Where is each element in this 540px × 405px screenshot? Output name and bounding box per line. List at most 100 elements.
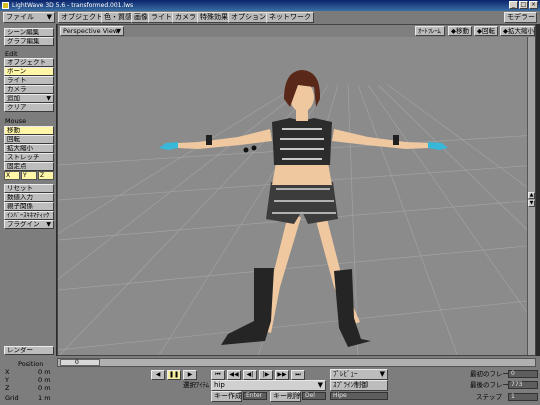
- delete-key-button[interactable]: キー削除: [270, 391, 301, 402]
- tab-camera[interactable]: カメラ: [172, 12, 199, 23]
- last-frame-field[interactable]: 773: [508, 381, 538, 389]
- close-button[interactable]: ×: [529, 1, 538, 9]
- plugins-menu-button[interactable]: プラグイン ▼: [4, 220, 54, 229]
- scroll-down-button[interactable]: ▼: [528, 200, 535, 207]
- left-panel: シーン編集 グラフ編集 Edit オブジェクト ボーン ライト カメラ 追加 ▼ …: [0, 24, 56, 405]
- edit-bones-button[interactable]: ボーン: [4, 67, 54, 76]
- chevron-down-icon: ▼: [46, 95, 51, 102]
- play-forward-button[interactable]: ▶: [183, 370, 197, 380]
- title-bar: LightWave 3D 5.6 - transformed.001.lws _…: [0, 0, 540, 11]
- file-menu-label: ファイル: [6, 13, 34, 21]
- current-frame-field[interactable]: 0: [60, 359, 100, 366]
- first-frame-field[interactable]: 0: [508, 370, 538, 378]
- select-item-dropdown[interactable]: hip ▼: [211, 380, 326, 391]
- pause-button[interactable]: ❚❚: [167, 370, 181, 380]
- axis-z-toggle[interactable]: Z: [38, 171, 54, 180]
- step-field[interactable]: 1: [508, 393, 538, 401]
- edit-header: Edit: [5, 50, 18, 58]
- scale-tool-button[interactable]: 拡大縮小: [4, 144, 54, 153]
- first-frame-button[interactable]: ⏮: [211, 370, 225, 380]
- create-key-button[interactable]: キー作成: [211, 391, 242, 402]
- tab-effects[interactable]: 特殊効果: [197, 12, 231, 23]
- tab-options[interactable]: オプション: [228, 12, 269, 23]
- grid-value: 1 m: [38, 394, 51, 402]
- auto-frame-button[interactable]: ｵｰﾄﾌﾚｰﾑ: [415, 26, 445, 36]
- edit-objects-label: オブジェクト: [7, 58, 46, 66]
- chevron-down-icon: ▼: [46, 221, 51, 228]
- viewport-move-label: 移動: [456, 27, 469, 35]
- graph-editor-button[interactable]: グラフ編集: [4, 37, 54, 46]
- next-key-button[interactable]: ▶▶: [275, 370, 289, 380]
- rotate-tool-button[interactable]: 回転: [4, 135, 54, 144]
- inverse-kinematics-button[interactable]: ｲﾝﾊﾞｰｽｷﾈﾏﾃｨｯｸ: [4, 211, 54, 220]
- viewport-rotate-label: 回転: [482, 27, 495, 35]
- edit-cameras-button[interactable]: カメラ: [4, 85, 54, 94]
- scroll-up-button[interactable]: ▲: [528, 192, 535, 199]
- position-y-value: 0 m: [38, 376, 51, 384]
- play-reverse-button[interactable]: ◀: [151, 370, 165, 380]
- edit-bones-label: ボーン: [7, 67, 27, 75]
- viewport-move-button[interactable]: ◆移動: [448, 26, 472, 36]
- viewport-rotate-button[interactable]: ◆回転: [474, 26, 498, 36]
- key-info-field: Hipe: [330, 392, 388, 400]
- axis-y-toggle[interactable]: Y: [21, 171, 37, 180]
- viewport[interactable]: Perspective View ▼ ｵｰﾄﾌﾚｰﾑ ◆移動 ◆回転 ◆拡大縮小 …: [57, 24, 536, 356]
- viewport-zoom-button[interactable]: ◆拡大縮小: [500, 26, 535, 36]
- select-item-label: 選択ｱｲﾃﾑ: [183, 381, 209, 389]
- last-frame-button[interactable]: ⏭: [291, 370, 305, 380]
- plugins-label: プラグイン: [7, 220, 40, 228]
- position-y-label: Y: [5, 376, 9, 384]
- preview-dropdown[interactable]: ﾌﾟﾚﾋﾞｭｰ ▼: [330, 369, 388, 380]
- move-tool-button[interactable]: 移動: [4, 126, 54, 135]
- axis-lock-group: X Y Z: [4, 171, 54, 180]
- stretch-tool-button[interactable]: ストレッチ: [4, 153, 54, 162]
- minimize-button[interactable]: _: [509, 1, 518, 9]
- edit-cameras-label: カメラ: [7, 85, 27, 93]
- numeric-input-button[interactable]: 数値入力: [4, 193, 54, 202]
- tab-surface[interactable]: 色・質感: [101, 12, 135, 23]
- axis-x-toggle[interactable]: X: [4, 171, 20, 180]
- select-item-value: hip: [214, 381, 225, 389]
- position-header: Position: [18, 360, 44, 368]
- position-x-value: 0 m: [38, 368, 51, 376]
- render-button[interactable]: レンダー: [4, 346, 54, 355]
- step-label: ステップ: [476, 393, 502, 401]
- timeline-slider[interactable]: 0: [57, 358, 536, 367]
- pivot-tool-button[interactable]: 固定点: [4, 162, 54, 171]
- file-menu-button[interactable]: ファイル ▼: [3, 12, 55, 23]
- position-z-label: Z: [5, 384, 10, 392]
- previous-frame-button[interactable]: ◀|: [243, 370, 257, 380]
- next-frame-button[interactable]: |▶: [259, 370, 273, 380]
- mouse-header: Mouse: [5, 117, 27, 125]
- position-x-label: X: [5, 368, 10, 376]
- previous-key-button[interactable]: ◀◀: [227, 370, 241, 380]
- tab-light[interactable]: ライト: [148, 12, 175, 23]
- create-key-shortcut: Enter: [243, 392, 267, 400]
- chevron-down-icon: ▼: [116, 27, 121, 35]
- chevron-down-icon: ▼: [317, 381, 323, 389]
- viewport-scrollbar[interactable]: ▲ ▼: [527, 37, 535, 355]
- view-mode-dropdown[interactable]: Perspective View ▼: [60, 26, 124, 36]
- reset-button[interactable]: リセット: [4, 184, 54, 193]
- tab-network[interactable]: ネットワーク: [266, 12, 314, 23]
- parent-button[interactable]: 親子関係: [4, 202, 54, 211]
- scene-editor-button[interactable]: シーン編集: [4, 28, 54, 37]
- edit-lights-label: ライト: [7, 76, 27, 84]
- add-menu-button[interactable]: 追加 ▼: [4, 94, 54, 103]
- add-label: 追加: [7, 94, 20, 102]
- viewport-zoom-label: 拡大縮小: [508, 27, 534, 35]
- clear-button[interactable]: クリア: [4, 103, 54, 112]
- window-title: LightWave 3D 5.6 - transformed.001.lws: [12, 2, 134, 9]
- app-icon: [2, 2, 9, 9]
- tab-object[interactable]: オブジェクト: [58, 12, 106, 23]
- grid-label: Grid: [5, 394, 19, 402]
- modeler-button[interactable]: モデラー: [504, 12, 537, 23]
- clear-label: クリア: [7, 103, 27, 111]
- viewport-toolbar: Perspective View ▼ ｵｰﾄﾌﾚｰﾑ ◆移動 ◆回転 ◆拡大縮小: [58, 25, 535, 37]
- maximize-button[interactable]: □: [519, 1, 528, 9]
- edit-lights-button[interactable]: ライト: [4, 76, 54, 85]
- edit-objects-button[interactable]: オブジェクト: [4, 58, 54, 67]
- position-z-value: 0 m: [38, 384, 51, 392]
- spline-control-button[interactable]: ｽﾌﾟﾗｲﾝ制御: [330, 380, 388, 391]
- preview-label: ﾌﾟﾚﾋﾞｭｰ: [333, 370, 358, 378]
